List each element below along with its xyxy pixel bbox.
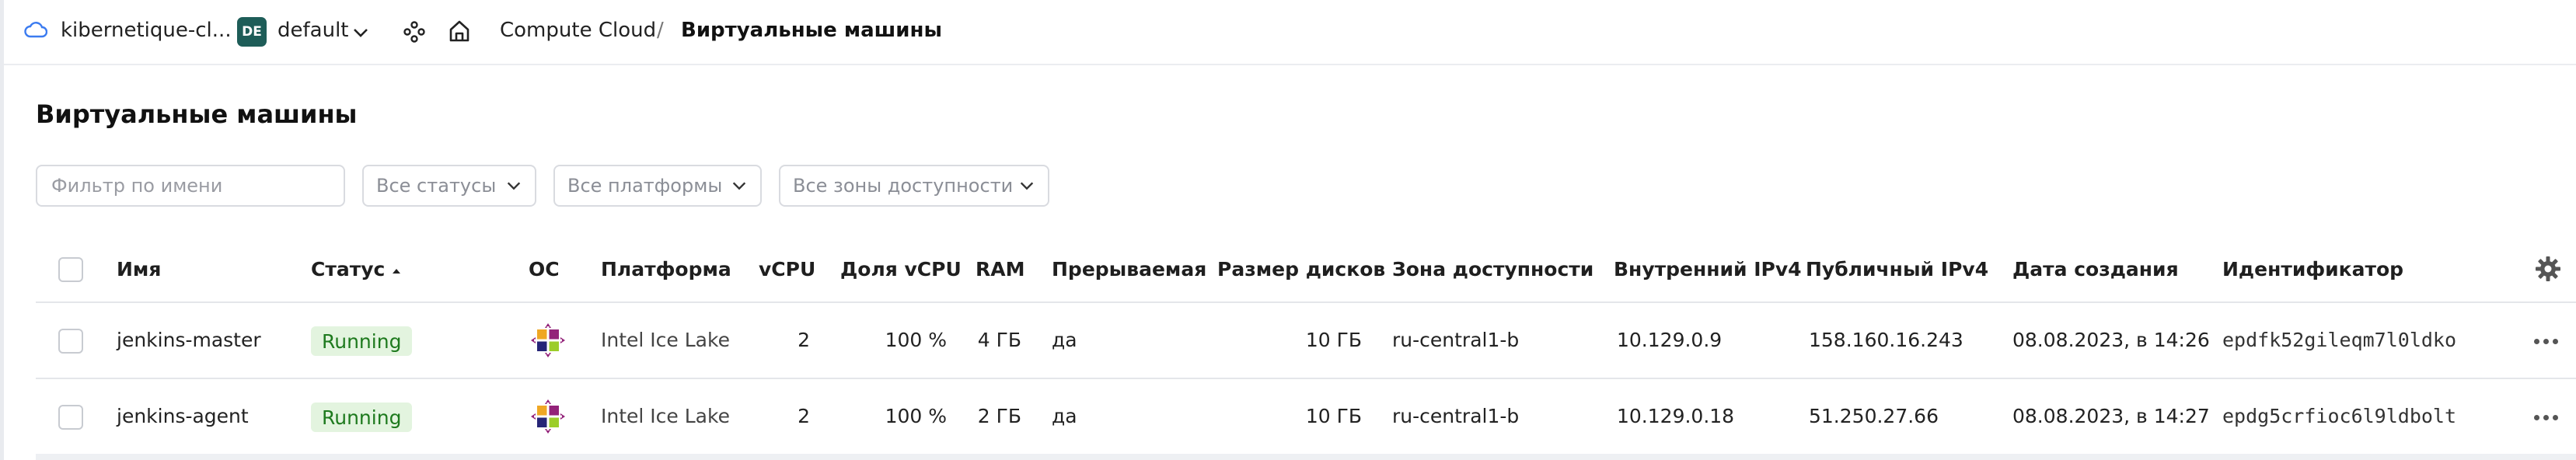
vm-id-cell[interactable]: epdg5crfioc6l9ldbolt [2222, 405, 2456, 427]
centos-icon [529, 322, 567, 362]
disk-size-cell: 10 ГБ [1305, 329, 1362, 351]
cloud-icon[interactable] [24, 20, 48, 42]
page-title: Виртуальные машины [36, 99, 358, 129]
zone-cell: ru-central1-b [1392, 405, 1520, 427]
vcpu-share-cell: 100 % [885, 405, 947, 427]
centos-icon [529, 398, 567, 438]
status-badge: Running [311, 402, 413, 432]
table-bottom-border [36, 454, 2576, 460]
ram-cell: 4 ГБ [977, 329, 1021, 351]
column-header-os[interactable]: ОС [529, 258, 560, 281]
row-divider [36, 378, 2576, 379]
vcpu-cell: 2 [798, 329, 810, 351]
chevron-down-icon[interactable] [351, 23, 370, 45]
zone-cell: ru-central1-b [1392, 329, 1520, 351]
left-rail [0, 0, 4, 460]
column-header-created[interactable]: Дата создания [2012, 258, 2179, 281]
status-filter-select[interactable]: Все статусы [362, 165, 536, 207]
platform-filter-value: Все платформы [567, 175, 723, 197]
home-icon[interactable] [447, 19, 472, 47]
column-header-platform[interactable]: Платформа [601, 258, 731, 281]
vcpu-cell: 2 [798, 405, 810, 427]
platform-filter-select[interactable]: Все платформы [553, 165, 762, 207]
status-badge: Running [311, 326, 413, 356]
vm-name-link[interactable]: jenkins-agent [117, 405, 249, 427]
table-header-divider [36, 301, 2576, 303]
breadcrumb-separator: / [657, 19, 664, 42]
sort-asc-icon [393, 269, 401, 274]
column-header-status-label: Статус [311, 258, 386, 281]
created-cell: 08.08.2023, в 14:26 [2012, 329, 2210, 351]
vm-id-cell[interactable]: epdfk52gileqm7l0ldko [2222, 329, 2456, 351]
name-filter-input[interactable] [36, 165, 345, 207]
ram-cell: 2 ГБ [977, 405, 1021, 427]
platform-cell: Intel Ice Lake [601, 329, 730, 351]
more-actions-icon[interactable] [2534, 415, 2558, 420]
folder-avatar[interactable]: DE [237, 17, 267, 47]
internal-ip-cell: 10.129.0.9 [1617, 329, 1723, 351]
status-filter-value: Все статусы [376, 175, 497, 197]
vcpu-share-cell: 100 % [885, 329, 947, 351]
column-header-disk-size[interactable]: Размер дисков [1217, 258, 1385, 281]
chevron-down-icon [507, 182, 521, 190]
zone-filter-value: Все зоны доступности [793, 175, 1014, 197]
column-header-preemptible[interactable]: Прерываемая [1052, 258, 1206, 281]
internal-ip-cell: 10.129.0.18 [1617, 405, 1735, 427]
chevron-down-icon [732, 182, 746, 190]
column-header-id[interactable]: Идентификатор [2222, 258, 2403, 281]
column-header-internal-ip[interactable]: Внутренний IPv4 [1614, 258, 1802, 281]
column-header-name[interactable]: Имя [117, 258, 161, 281]
preemptible-cell: да [1052, 405, 1077, 427]
public-ip-cell: 51.250.27.66 [1809, 405, 1939, 427]
zone-filter-select[interactable]: Все зоны доступности [779, 165, 1049, 207]
column-header-vcpu-share[interactable]: Доля vCPU [840, 258, 962, 281]
vm-name-link[interactable]: jenkins-master [117, 329, 261, 351]
breadcrumb-compute-cloud[interactable]: Compute Cloud [500, 19, 656, 42]
row-checkbox[interactable] [58, 405, 83, 430]
row-checkbox[interactable] [58, 329, 83, 354]
more-actions-icon[interactable] [2534, 339, 2558, 344]
platform-cell: Intel Ice Lake [601, 405, 730, 427]
folder-selector[interactable]: default [277, 19, 348, 42]
created-cell: 08.08.2023, в 14:27 [2012, 405, 2210, 427]
select-all-checkbox[interactable] [58, 257, 83, 282]
column-header-ram[interactable]: RAM [976, 258, 1024, 281]
column-header-status[interactable]: Статус [311, 258, 402, 281]
gear-icon[interactable] [2534, 255, 2562, 286]
chevron-down-icon [1020, 182, 1034, 190]
cloud-selector[interactable]: kibernetique-cl... [61, 19, 232, 42]
column-header-public-ip[interactable]: Публичный IPv4 [1806, 258, 1988, 281]
preemptible-cell: да [1052, 329, 1077, 351]
breadcrumb-current: Виртуальные машины [681, 19, 942, 42]
column-header-zone[interactable]: Зона доступности [1392, 258, 1593, 281]
disk-size-cell: 10 ГБ [1305, 405, 1362, 427]
column-header-vcpu[interactable]: vCPU [759, 258, 815, 281]
top-bar: kibernetique-cl... DE default Compute Cl… [4, 0, 2576, 65]
services-icon[interactable] [403, 20, 426, 47]
public-ip-cell: 158.160.16.243 [1809, 329, 1963, 351]
